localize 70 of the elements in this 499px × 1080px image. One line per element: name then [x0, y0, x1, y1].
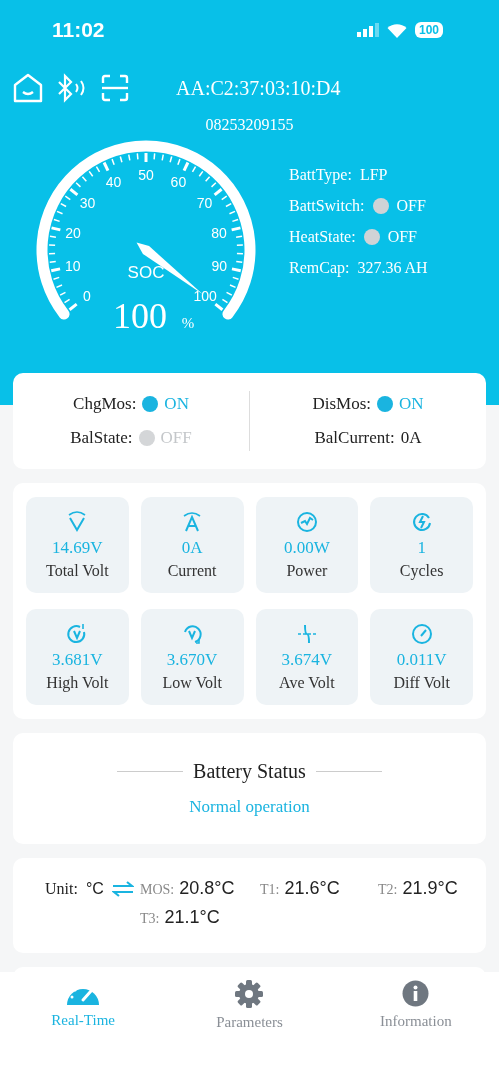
- metric-label: High Volt: [46, 674, 109, 692]
- info-label: RemCap:: [289, 259, 350, 277]
- metric-value: 0A: [181, 538, 203, 558]
- status-text: Normal operation: [189, 797, 310, 817]
- nav-tab[interactable]: Parameters: [166, 972, 333, 1080]
- signal-icon: [356, 23, 379, 37]
- info-label: BalState:: [70, 428, 133, 448]
- info-value: 0A: [400, 428, 422, 448]
- info-icon: [402, 980, 430, 1007]
- scale-label: 20: [65, 224, 81, 241]
- nav-tab[interactable]: Real-Time: [0, 972, 167, 1080]
- temperature-reading: MOS: 20.8°C: [140, 878, 236, 899]
- metric-value: 3.674V: [281, 650, 333, 670]
- scale-label: 0: [83, 288, 91, 305]
- metric-label: Total Volt: [46, 562, 109, 580]
- metric-label: Ave Volt: [279, 674, 335, 692]
- serial-number: 08253209155: [205, 116, 294, 133]
- status-value: OFF: [387, 228, 417, 246]
- metric-label: Cycles: [399, 562, 444, 580]
- info-label: DisMos:: [312, 394, 371, 414]
- status-time: 11:02: [52, 18, 105, 42]
- metric-value: 14.69V: [52, 538, 103, 558]
- nav-tab[interactable]: Information: [332, 972, 499, 1080]
- status-value: ON: [164, 394, 189, 414]
- temperature-reading: T3: 21.1°C: [140, 907, 221, 928]
- gauge-label: SOC: [127, 263, 165, 282]
- info-value: 327.36 AH: [357, 259, 428, 277]
- scale-label: 10: [64, 258, 81, 275]
- soc-unit: %: [181, 315, 195, 331]
- metric-label: Diff Volt: [393, 674, 450, 692]
- home-icon: [12, 73, 44, 103]
- metric-value: 1: [417, 538, 426, 558]
- scale-label: 60: [170, 174, 187, 191]
- scale-label: 80: [211, 224, 227, 241]
- metric-value: 0.00W: [283, 538, 330, 558]
- settings-icon: [235, 980, 264, 1008]
- metric-label: Low Volt: [162, 674, 222, 692]
- unit-value: °C: [85, 880, 104, 898]
- wifi-icon: [386, 22, 407, 38]
- scale-label: 90: [211, 258, 228, 275]
- metric-value: 3.670V: [166, 650, 218, 670]
- info-value: LFP: [359, 166, 388, 184]
- battery-indicator: 100: [414, 22, 443, 38]
- status-value: ON: [399, 394, 424, 414]
- scan-icon: [100, 73, 130, 103]
- info-label: ChgMos:: [73, 394, 137, 414]
- soc-value: 100: [113, 296, 167, 336]
- scale-label: 70: [196, 195, 213, 211]
- metric-value: 3.681V: [52, 650, 103, 670]
- temperature-reading: T2: 21.9°C: [378, 878, 459, 899]
- scale-label: 100: [193, 288, 217, 305]
- scale-label: 30: [79, 195, 96, 211]
- temperature-reading: T1: 21.6°C: [260, 878, 341, 899]
- info-label: BattSwitch:: [289, 197, 365, 215]
- device-address: AA:C2:37:03:10:D4: [176, 76, 341, 100]
- unit-label: Unit:: [45, 880, 78, 898]
- status-value: OFF: [396, 197, 426, 215]
- metric-icon: [409, 622, 434, 646]
- status-value: OFF: [160, 428, 192, 448]
- info-label: BattType:: [289, 166, 352, 184]
- metric-value: 0.011V: [396, 650, 447, 670]
- swap-icon[interactable]: [111, 881, 134, 897]
- metric-label: Current: [167, 562, 217, 580]
- scale-label: 40: [105, 174, 122, 191]
- metric-icon: [294, 510, 319, 534]
- section-title: Battery Status: [193, 760, 306, 783]
- metric-label: Power: [286, 562, 328, 580]
- info-label: HeatState:: [289, 228, 356, 246]
- info-label: BalCurrent:: [314, 428, 395, 448]
- scale-label: 50: [138, 167, 154, 183]
